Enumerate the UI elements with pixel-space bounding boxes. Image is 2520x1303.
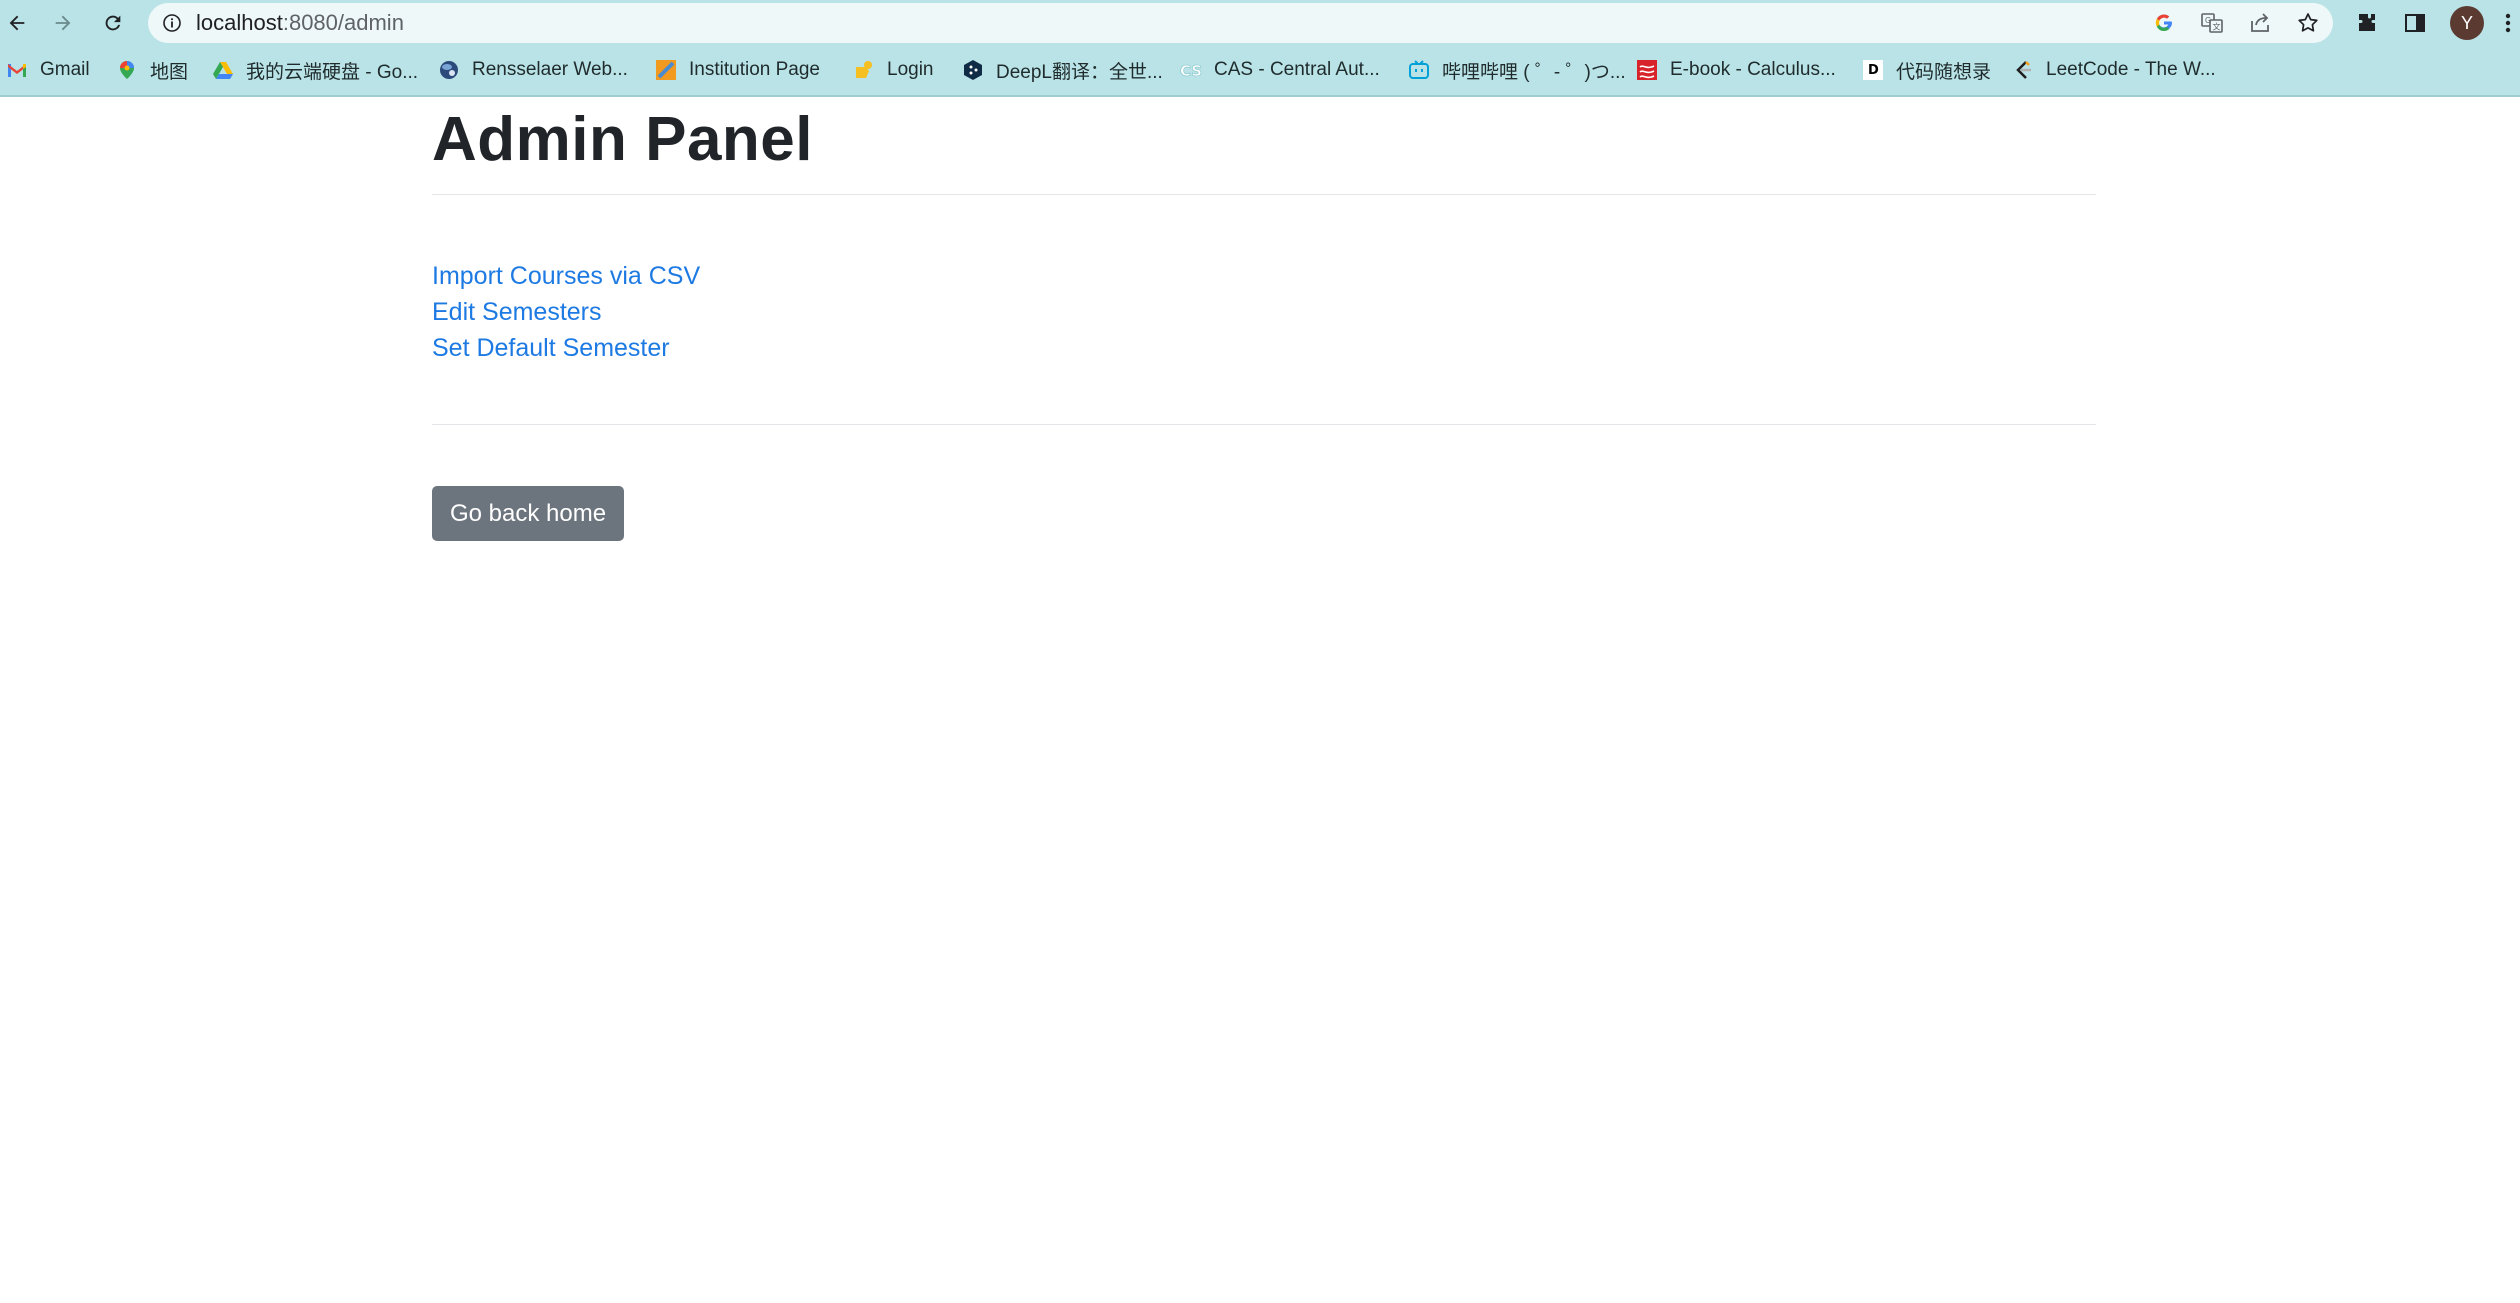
site-info-icon[interactable]	[162, 13, 182, 33]
bookmark-bilibili[interactable]: 哔哩哔哩 ( ゜- ゜)つ...	[1408, 55, 1626, 85]
admin-links: Import Courses via CSV Edit Semesters Se…	[432, 258, 700, 366]
more-menu-icon[interactable]	[2496, 8, 2520, 38]
bookmark-star-icon[interactable]	[2296, 11, 2320, 35]
bookmark-label: 哔哩哔哩 ( ゜- ゜)つ...	[1442, 61, 1626, 83]
bookmark-label: Login	[887, 59, 934, 80]
bookmarks-bar: Gmail 地图 我的云端硬盘 - Go... Rensselaer Web..…	[0, 45, 2520, 97]
share-icon[interactable]	[2248, 11, 2272, 35]
url-host: localhost	[196, 10, 283, 35]
title-divider	[432, 194, 2096, 195]
url-path: :8080/admin	[282, 10, 404, 35]
bilibili-icon	[1409, 60, 1429, 79]
reload-button[interactable]	[96, 6, 130, 40]
forward-button[interactable]	[46, 6, 80, 40]
translate-icon[interactable]: G文	[2200, 11, 2224, 35]
institution-icon	[656, 60, 676, 80]
back-button[interactable]	[0, 6, 34, 40]
address-bar[interactable]: localhost:8080/admin G文	[148, 3, 2333, 43]
reload-icon	[105, 15, 121, 31]
leetcode-icon	[2016, 61, 2031, 79]
back-arrow-icon	[9, 15, 25, 31]
login-icon	[856, 61, 872, 78]
globe-icon	[440, 61, 458, 79]
svg-text:文: 文	[2213, 22, 2221, 32]
bookmark-label: 我的云端硬盘 - Go...	[246, 61, 419, 83]
bookmark-rensselaer[interactable]: Rensselaer Web...	[438, 55, 628, 85]
bookmark-label: 地图	[150, 61, 189, 83]
svg-text:CS: CS	[1180, 62, 1202, 80]
profile-avatar[interactable]: Y	[2450, 6, 2484, 40]
bookmark-institution[interactable]: Institution Page	[655, 55, 820, 85]
bookmark-maps[interactable]: 地图	[116, 55, 188, 85]
bookmark-code[interactable]: D 代码随想录	[1862, 55, 1991, 85]
bookmark-label: E-book - Calculus...	[1670, 59, 1836, 80]
bookmark-label: DeepL翻译：全世...	[996, 61, 1163, 83]
bookmark-label: Institution Page	[689, 59, 820, 80]
forward-arrow-icon	[55, 15, 71, 31]
url-text[interactable]: localhost:8080/admin	[196, 3, 404, 43]
edit-semesters-link[interactable]: Edit Semesters	[432, 294, 700, 330]
bookmark-label: Rensselaer Web...	[472, 59, 628, 80]
bookmark-label: Gmail	[40, 59, 90, 80]
bookmark-label: LeetCode - The W...	[2046, 59, 2216, 80]
gmail-icon	[8, 64, 26, 77]
bookmark-drive[interactable]: 我的云端硬盘 - Go...	[212, 55, 418, 85]
svg-text:G: G	[2205, 16, 2211, 25]
browser-toolbar: localhost:8080/admin G文 Y	[0, 0, 2520, 45]
drive-icon	[213, 62, 233, 79]
bookmark-login[interactable]: Login	[853, 55, 934, 85]
google-lens-icon[interactable]	[2152, 11, 2176, 35]
code-icon: D	[1863, 60, 1883, 80]
deepl-icon	[964, 60, 982, 80]
set-default-semester-link[interactable]: Set Default Semester	[432, 330, 700, 366]
bookmark-ebook[interactable]: E-book - Calculus...	[1636, 55, 1836, 85]
import-courses-csv-link[interactable]: Import Courses via CSV	[432, 258, 700, 294]
svg-text:D: D	[1868, 63, 1879, 78]
section-divider	[432, 424, 2096, 425]
bookmark-gmail[interactable]: Gmail	[6, 55, 90, 85]
maps-pin-icon	[120, 61, 134, 79]
bookmark-label: 代码随想录	[1896, 61, 1992, 83]
bookmark-deepl[interactable]: DeepL翻译：全世...	[962, 55, 1163, 85]
go-back-home-button[interactable]: Go back home	[432, 486, 624, 541]
page-title: Admin Panel	[432, 105, 814, 174]
bookmark-cas[interactable]: CS CAS - Central Aut...	[1180, 55, 1380, 85]
extensions-icon[interactable]	[2352, 8, 2382, 38]
ebook-icon	[1637, 60, 1657, 80]
cas-icon: CS	[1180, 62, 1202, 81]
side-panel-icon[interactable]	[2400, 8, 2430, 38]
bookmark-leetcode[interactable]: LeetCode - The W...	[2012, 55, 2216, 85]
bookmark-label: CAS - Central Aut...	[1214, 59, 1380, 80]
